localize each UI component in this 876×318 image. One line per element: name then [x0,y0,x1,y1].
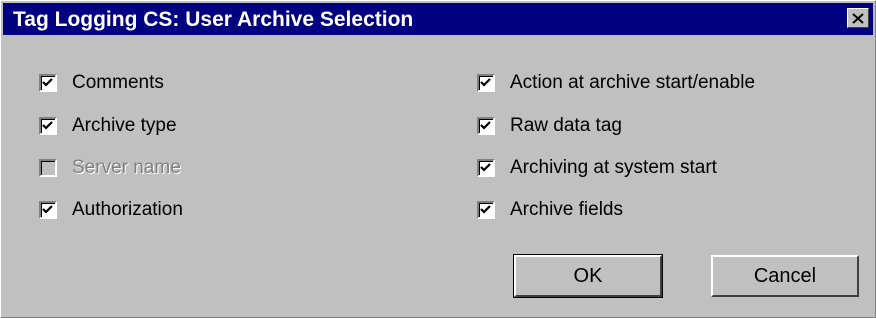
checkbox-server-name [39,159,57,177]
window-title: Tag Logging CS: User Archive Selection [13,8,414,31]
checkmark-icon [480,78,491,87]
option-comments[interactable]: Comments [39,70,164,96]
option-label: Server name [72,157,181,178]
option-label: Comments [72,72,164,93]
dialog-window: Tag Logging CS: User Archive Selection C… [0,0,876,318]
checkmark-icon [480,163,491,172]
option-archive-fields[interactable]: Archive fields [477,197,623,223]
option-archiving-at-system-start[interactable]: Archiving at system start [477,155,717,181]
checkbox-comments[interactable] [39,74,57,92]
close-icon [852,12,864,24]
option-archive-type[interactable]: Archive type [39,113,177,139]
checkbox-archive-fields[interactable] [477,201,495,219]
checkmark-icon [480,205,491,214]
checkmark-icon [42,205,53,214]
checkbox-action-at-archive-start[interactable] [477,74,495,92]
option-label: Authorization [72,199,183,220]
ok-button[interactable]: OK [513,254,663,298]
option-action-at-archive-start[interactable]: Action at archive start/enable [477,70,755,96]
checkbox-archive-type[interactable] [39,117,57,135]
option-authorization[interactable]: Authorization [39,197,183,223]
checkmark-icon [42,121,53,130]
option-raw-data-tag[interactable]: Raw data tag [477,113,622,139]
checkmark-icon [42,78,53,87]
checkbox-raw-data-tag[interactable] [477,117,495,135]
option-server-name: Server name [39,155,181,181]
option-label: Archive fields [510,199,623,220]
checkbox-archiving-at-system-start[interactable] [477,159,495,177]
checkmark-icon [480,121,491,130]
title-bar[interactable]: Tag Logging CS: User Archive Selection [3,3,873,35]
option-label: Raw data tag [510,115,622,136]
cancel-button[interactable]: Cancel [711,255,859,297]
option-label: Action at archive start/enable [510,72,756,93]
option-label: Archive type [72,115,177,136]
close-button[interactable] [847,8,869,28]
option-label: Archiving at system start [510,157,717,178]
checkbox-authorization[interactable] [39,201,57,219]
